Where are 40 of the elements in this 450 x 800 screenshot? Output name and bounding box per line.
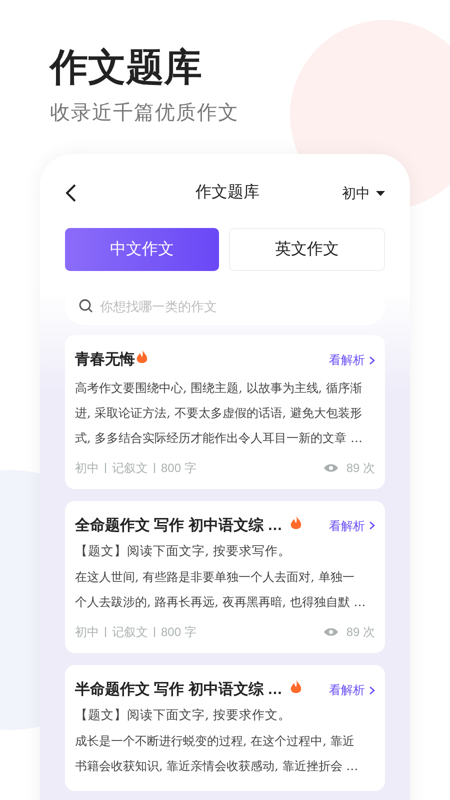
essay-title: 全命题作文 写作 初中语文综 … <box>75 516 283 536</box>
meta-tag: 记叙文 <box>112 622 148 641</box>
excerpt-line: 式, 多多结合实际经历才能作出令人耳目一新的文章 … <box>75 430 362 446</box>
view-count: 89 次 <box>346 624 375 641</box>
meta-tag: 初中 <box>75 458 99 476</box>
meta-tag: 初中 <box>75 622 99 641</box>
caret-icon <box>376 190 385 196</box>
excerpt-line: 高考作文要围绕中心, 围绕主题, 以故事为主线, 循序渐 <box>75 380 362 396</box>
view-count: 89 次 <box>346 460 375 476</box>
essay-title: 半命题作文 写作 初中语文综 … <box>75 680 283 700</box>
tab[interactable]: 中文作文 <box>65 228 219 271</box>
grade-dropdown[interactable]: 初中 <box>342 182 385 204</box>
prompt-text: 【题文】阅读下面文字, 按要求写作。 <box>75 542 292 560</box>
excerpt-line: 在这人世间, 有些路是非要单独一个人去面对, 单独一 <box>75 568 354 586</box>
meta-tag: 记叙文 <box>112 458 148 476</box>
eye-icon <box>324 462 338 472</box>
meta-tag: 800 字 <box>161 622 196 641</box>
chevron-icon <box>369 356 375 365</box>
excerpt-line: 书籍会收获知识, 靠近亲情会收获感动, 靠近挫折会 … <box>75 758 358 775</box>
analysis-link[interactable]: 看解析 <box>329 516 375 535</box>
page-subheading: 收录近千篇优质作文 <box>50 101 240 126</box>
meta-tag: 800 字 <box>161 458 196 476</box>
excerpt-line: 进, 采取论证方法, 不要太多虚假的话语, 避免大包装形 <box>75 404 362 422</box>
eye-icon <box>324 626 338 637</box>
excerpt-line: 个人去跋涉的, 路再长再远, 夜再黑再暗, 也得独自默 … <box>75 594 366 611</box>
analysis-link[interactable]: 看解析 <box>329 681 375 699</box>
screen-title: 作文题库 <box>196 182 260 203</box>
back-icon[interactable] <box>65 184 77 202</box>
essay-title: 青春无悔 <box>75 350 135 370</box>
essay-card[interactable]: 全命题作文 写作 初中语文综 … 看解析 【题文】阅读下面文字, 按要求写作。 在这人世间, 有些路是非要单独一个人去面对, 单独一 个人去跋涉的, 路再长再远, 夜再黑再暗, 也得独自默 … 初中 记叙文 800 字 89 次 <box>65 500 385 653</box>
essay-card[interactable]: 青春无悔 看解析 高考作文要围绕中心, 围绕主题, 以故事为主线, 循序渐 进, 采取论证方法, 不要太多虚假的话语, 避免大包装形 式, 多多结合实际经历才能作出令人耳目一新的文章 … 初中 记叙文 800 字 89 次 <box>65 335 385 488</box>
excerpt-line: 成长是一个不断进行蜕变的过程, 在这个过程中, 靠近 <box>75 733 354 750</box>
page-heading: 作文题库 <box>50 46 203 91</box>
prompt-text: 【题文】阅读下面文字, 按要求作文。 <box>75 706 292 724</box>
chevron-icon <box>369 521 375 530</box>
analysis-link[interactable]: 看解析 <box>329 351 375 370</box>
search-icon <box>79 299 93 313</box>
essay-card[interactable]: 半命题作文 写作 初中语文综 … 看解析 【题文】阅读下面文字, 按要求作文。 成长是一个不断进行蜕变的过程, 在这个过程中, 靠近 书籍会收获知识, 靠近亲情会收获感动, 靠近挫折会 … <box>65 664 385 791</box>
tab[interactable]: 英文作文 <box>229 228 385 271</box>
chevron-icon <box>369 686 375 694</box>
